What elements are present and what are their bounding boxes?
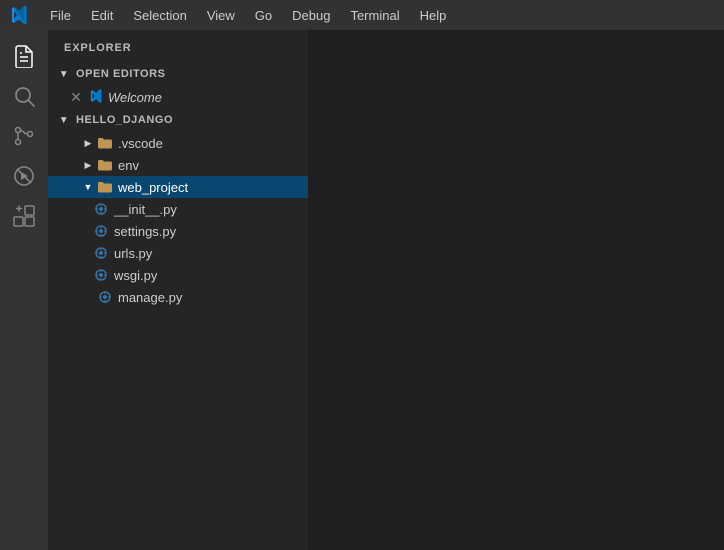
- web-project-arrow: ▼: [80, 179, 96, 195]
- manage-py-name: manage.py: [118, 290, 182, 305]
- project-header[interactable]: ▼ HELLO_DJANGO: [48, 108, 308, 132]
- folder-env[interactable]: ▶ env: [48, 154, 308, 176]
- open-editors-header[interactable]: ▼ OPEN EDITORS: [48, 62, 308, 86]
- vscode-file-icon: [88, 88, 104, 107]
- sidebar-title: EXPLORER: [48, 30, 308, 62]
- sidebar: EXPLORER ▼ OPEN EDITORS ✕ Welcome ▼ HELL…: [48, 30, 308, 550]
- wsgi-py-name: wsgi.py: [114, 268, 157, 283]
- file-wsgi-py[interactable]: wsgi.py: [48, 264, 308, 286]
- vscode-folder-name: .vscode: [118, 136, 163, 151]
- env-folder-name: env: [118, 158, 139, 173]
- menu-debug[interactable]: Debug: [282, 4, 340, 27]
- folder-web-project[interactable]: ▼ web_project: [48, 176, 308, 198]
- env-folder-arrow: ▶: [80, 157, 96, 173]
- menu-terminal[interactable]: Terminal: [340, 4, 409, 27]
- menubar: File Edit Selection View Go Debug Termin…: [0, 0, 724, 30]
- project-arrow: ▼: [56, 112, 72, 128]
- vscode-logo: [8, 4, 30, 26]
- env-folder-icon: [96, 156, 114, 174]
- debug-activity-icon[interactable]: [6, 158, 42, 194]
- extensions-activity-icon[interactable]: [6, 198, 42, 234]
- init-py-icon: [92, 200, 110, 218]
- file-manage-py[interactable]: manage.py: [48, 286, 308, 308]
- menu-view[interactable]: View: [197, 4, 245, 27]
- vscode-folder-arrow: ▶: [80, 135, 96, 151]
- source-control-activity-icon[interactable]: [6, 118, 42, 154]
- project-label: HELLO_DJANGO: [76, 114, 173, 126]
- open-editors-arrow: ▼: [56, 66, 72, 82]
- manage-py-icon: [96, 288, 114, 306]
- init-py-name: __init__.py: [114, 202, 177, 217]
- menu-help[interactable]: Help: [410, 4, 457, 27]
- folder-icon: [96, 134, 114, 152]
- menu-selection[interactable]: Selection: [123, 4, 196, 27]
- file-tree: ▶ .vscode ▶ env: [48, 132, 308, 550]
- main-area: EXPLORER ▼ OPEN EDITORS ✕ Welcome ▼ HELL…: [0, 30, 724, 550]
- file-settings-py[interactable]: settings.py: [48, 220, 308, 242]
- menu-go[interactable]: Go: [245, 4, 282, 27]
- settings-py-name: settings.py: [114, 224, 176, 239]
- editor-area: [308, 30, 724, 550]
- file-init-py[interactable]: __init__.py: [48, 198, 308, 220]
- explorer-icon[interactable]: [6, 38, 42, 74]
- web-project-folder-icon: [96, 178, 114, 196]
- welcome-filename: Welcome: [108, 90, 162, 105]
- file-urls-py[interactable]: urls.py: [48, 242, 308, 264]
- search-activity-icon[interactable]: [6, 78, 42, 114]
- folder-vscode[interactable]: ▶ .vscode: [48, 132, 308, 154]
- urls-py-name: urls.py: [114, 246, 152, 261]
- activity-bar: [0, 30, 48, 550]
- menu-edit[interactable]: Edit: [81, 4, 123, 27]
- open-editors-label: OPEN EDITORS: [76, 68, 166, 80]
- settings-py-icon: [92, 222, 110, 240]
- urls-py-icon: [92, 244, 110, 262]
- web-project-folder-name: web_project: [118, 180, 188, 195]
- menu-file[interactable]: File: [40, 4, 81, 27]
- open-editor-welcome[interactable]: ✕ Welcome: [48, 86, 308, 108]
- wsgi-py-icon: [92, 266, 110, 284]
- close-welcome-icon[interactable]: ✕: [68, 89, 84, 105]
